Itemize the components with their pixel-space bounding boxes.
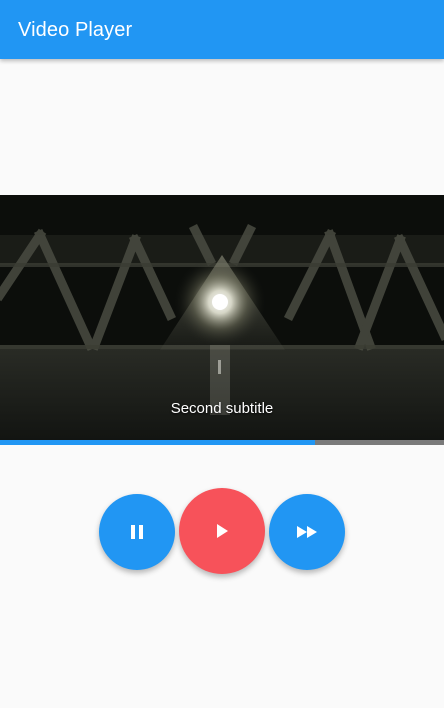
pause-icon (131, 525, 143, 539)
fast-forward-icon (297, 526, 317, 538)
fast-forward-button[interactable] (269, 494, 345, 570)
playback-controls (0, 487, 444, 577)
pause-button[interactable] (99, 494, 175, 570)
play-button[interactable] (179, 488, 265, 574)
video-progress-fill (0, 440, 316, 445)
subtitle-text: Second subtitle (170, 400, 274, 417)
play-icon (217, 524, 228, 538)
video-player-screen: Video Player Second subtitle (0, 0, 444, 708)
video-player[interactable]: Second subtitle (0, 195, 444, 445)
page-title: Video Player (18, 19, 133, 41)
app-bar: Video Player (0, 0, 444, 59)
video-progress-bar[interactable] (0, 440, 444, 445)
